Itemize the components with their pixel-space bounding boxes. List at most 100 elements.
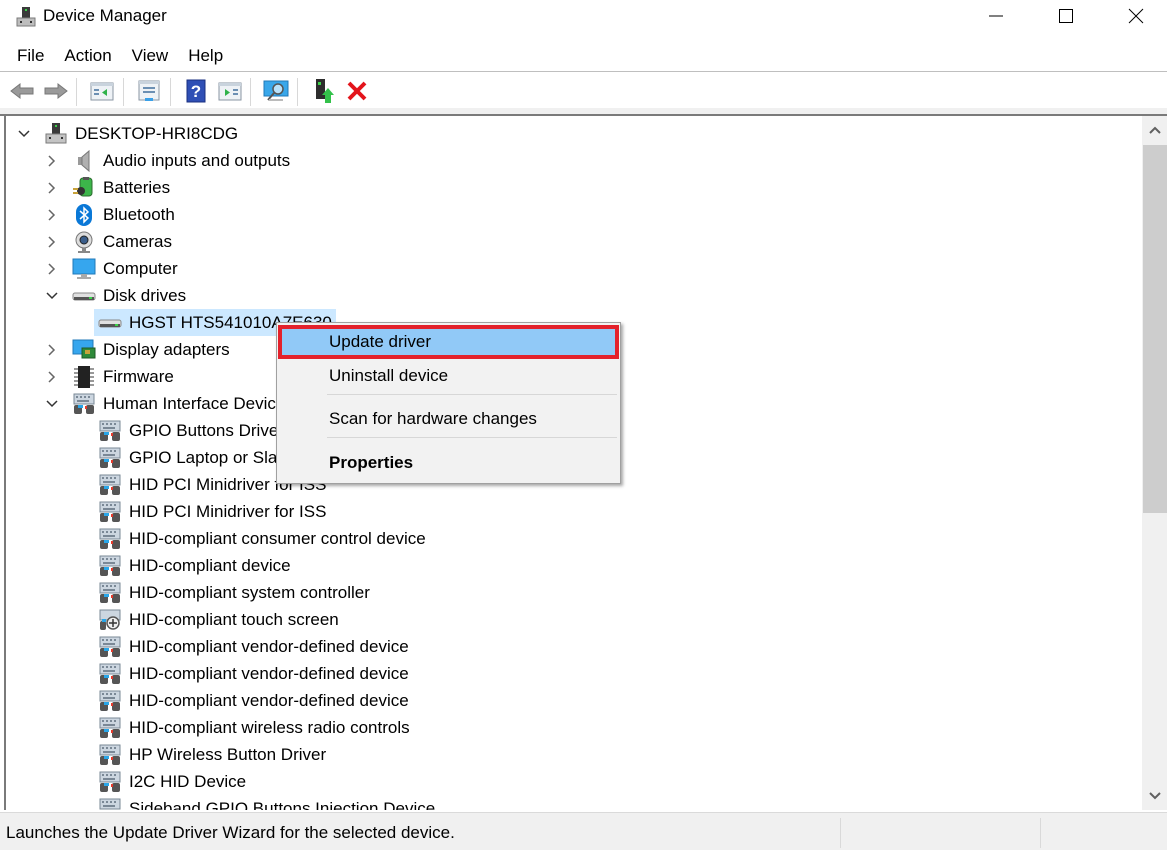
chevron-right-icon[interactable]	[44, 369, 60, 385]
hid-icon	[98, 743, 122, 767]
back-button[interactable]	[9, 78, 35, 104]
chevron-right-icon[interactable]	[44, 207, 60, 223]
disk-drive-icon	[98, 311, 122, 335]
menu-view[interactable]: View	[123, 42, 178, 70]
tree-item-label: HID-compliant device	[129, 555, 291, 575]
tree-item-computer[interactable]: Computer	[44, 255, 178, 282]
chevron-right-icon[interactable]	[44, 153, 60, 169]
arrow-left-icon	[10, 82, 34, 100]
action-pane-icon	[218, 82, 242, 101]
menu-bar: File Action View Help	[0, 42, 234, 70]
tree-item-hid-device[interactable]: HID-compliant system controller	[94, 579, 370, 606]
context-menu-update-driver[interactable]: Update driver	[278, 325, 619, 359]
tree-item-hid-device[interactable]: HID-compliant vendor-defined device	[94, 687, 409, 714]
tree-item-batteries[interactable]: Batteries	[44, 174, 170, 201]
tree-item-hid-device[interactable]: Sideband GPIO Buttons Injection Device	[94, 795, 435, 810]
tree-item-label: Human Interface Devices	[103, 393, 294, 413]
context-menu-properties[interactable]: Properties	[279, 447, 618, 479]
context-menu-divider	[327, 437, 617, 438]
tree-item-label: Computer	[103, 258, 178, 278]
chevron-down-icon[interactable]	[44, 396, 60, 412]
tree-item-disk-drives[interactable]: Disk drives	[44, 282, 186, 309]
tree-item-hid-device[interactable]: HID-compliant consumer control device	[94, 525, 426, 552]
menu-action[interactable]: Action	[55, 42, 120, 70]
scrollbar-thumb[interactable]	[1143, 145, 1167, 513]
tree-item-label: Bluetooth	[103, 204, 175, 224]
tree-item-label: HID-compliant system controller	[129, 582, 370, 602]
console-tree-icon	[90, 82, 114, 101]
properties-button[interactable]	[136, 78, 162, 104]
tree-item-bluetooth[interactable]: Bluetooth	[44, 201, 175, 228]
tree-item-label: Batteries	[103, 177, 171, 197]
chevron-right-icon[interactable]	[44, 342, 60, 358]
close-button[interactable]	[1113, 0, 1159, 32]
tree-item-human-interface-devices[interactable]: Human Interface Devices	[44, 390, 294, 417]
uninstall-device-button[interactable]	[344, 78, 370, 104]
tree-item-hid-device[interactable]: GPIO Buttons Driver	[94, 417, 284, 444]
hid-icon	[98, 473, 122, 497]
tree-item-hid-device[interactable]: HID-compliant wireless radio controls	[94, 714, 410, 741]
update-driver-button[interactable]	[310, 78, 336, 104]
tree-item-label: HID-compliant wireless radio controls	[129, 717, 410, 737]
computer-tower-icon	[44, 122, 68, 146]
tree-item-label: HP Wireless Button Driver	[129, 744, 327, 764]
vertical-scrollbar[interactable]	[1142, 116, 1167, 810]
hid-icon	[98, 716, 122, 740]
chevron-up-icon	[1148, 126, 1161, 134]
tree-item-hid-device[interactable]: HID-compliant touch screen	[94, 606, 339, 633]
tree-item-firmware[interactable]: Firmware	[44, 363, 174, 390]
status-divider	[840, 818, 841, 848]
hid-icon	[98, 581, 122, 605]
touch-screen-icon	[98, 608, 122, 632]
chevron-right-icon[interactable]	[44, 180, 60, 196]
tree-item-label: HID-compliant vendor-defined device	[129, 663, 409, 683]
tree-item-label: HID PCI Minidriver for ISS	[129, 501, 327, 521]
chevron-down-icon[interactable]	[44, 288, 60, 304]
tree-item-hid-device[interactable]: HID PCI Minidriver for ISS	[94, 498, 326, 525]
tree-root[interactable]: DESKTOP-HRI8CDG	[16, 120, 238, 147]
tree-item-label: HID-compliant touch screen	[129, 609, 339, 629]
title-bar: Device Manager	[0, 0, 1167, 34]
minimize-button[interactable]	[973, 0, 1019, 32]
scroll-down-button[interactable]	[1142, 782, 1167, 810]
context-menu-uninstall-device[interactable]: Uninstall device	[279, 360, 618, 392]
context-menu: Update driver Uninstall device Scan for …	[276, 322, 621, 484]
context-menu-scan-for-hardware-changes[interactable]: Scan for hardware changes	[279, 403, 618, 435]
scan-for-hardware-changes-button[interactable]	[263, 78, 289, 104]
tree-item-label: Disk drives	[103, 285, 187, 305]
help-button[interactable]: ?	[183, 78, 209, 104]
hid-icon	[98, 527, 122, 551]
forward-button[interactable]	[43, 78, 69, 104]
menu-file[interactable]: File	[0, 42, 53, 70]
maximize-button[interactable]	[1043, 0, 1089, 32]
chevron-right-icon[interactable]	[44, 261, 60, 277]
menu-help[interactable]: Help	[179, 42, 232, 70]
tree-item-hid-device[interactable]: I2C HID Device	[94, 768, 246, 795]
status-text: Launches the Update Driver Wizard for th…	[6, 823, 455, 842]
hid-icon	[98, 770, 122, 794]
chevron-down-icon[interactable]	[16, 126, 32, 142]
tree-item-audio-inputs-and-outputs[interactable]: Audio inputs and outputs	[44, 147, 290, 174]
help-icon: ?	[186, 79, 206, 103]
show-hide-action-pane-button[interactable]	[217, 78, 243, 104]
tree-item-hid-device[interactable]: HP Wireless Button Driver	[94, 741, 326, 768]
tree-item-hid-device[interactable]: HID-compliant vendor-defined device	[94, 633, 409, 660]
tree-item-hid-device[interactable]: HID-compliant device	[94, 552, 291, 579]
maximize-icon	[1059, 9, 1073, 23]
tree-root-label: DESKTOP-HRI8CDG	[75, 123, 239, 143]
toolbar-divider	[250, 78, 251, 106]
tree-item-display-adapters[interactable]: Display adapters	[44, 336, 230, 363]
hid-icon	[98, 419, 122, 443]
show-hide-console-tree-button[interactable]	[89, 78, 115, 104]
tree-item-cameras[interactable]: Cameras	[44, 228, 172, 255]
window-title: Device Manager	[43, 6, 167, 25]
update-driver-icon	[316, 79, 334, 103]
status-divider	[1040, 818, 1041, 848]
hid-icon	[98, 662, 122, 686]
battery-icon	[72, 176, 96, 200]
tree-item-hid-device[interactable]: HID-compliant vendor-defined device	[94, 660, 409, 687]
bluetooth-icon	[72, 203, 96, 227]
tree-item-label: Sideband GPIO Buttons Injection Device	[129, 798, 436, 811]
scroll-up-button[interactable]	[1142, 116, 1167, 144]
chevron-right-icon[interactable]	[44, 234, 60, 250]
